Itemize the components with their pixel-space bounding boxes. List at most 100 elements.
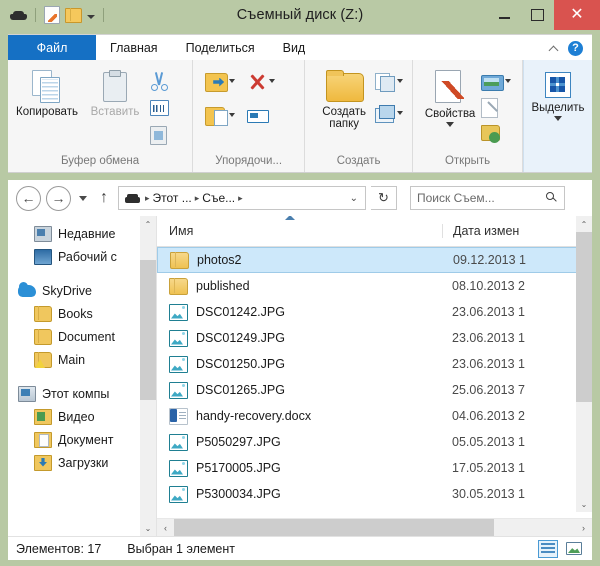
search-icon[interactable] [546,192,558,204]
scroll-up-icon[interactable]: ⌃ [140,216,156,232]
nav-pane-scrollbar[interactable]: ⌃ ⌄ [140,216,156,536]
this-pc-icon [18,385,36,402]
details-view-button[interactable] [538,539,558,558]
close-button[interactable]: ✕ [554,0,600,30]
sidebar-item-skydrive[interactable]: SkyDrive [8,279,156,302]
copy-icon [32,70,62,103]
sidebar-item-downloads[interactable]: Загрузки [8,451,156,474]
sidebar-item-desktop[interactable]: Рабочий с [8,245,156,268]
copy-button[interactable]: Копировать [14,66,80,118]
table-row[interactable]: published 08.10.2013 2 [157,273,592,299]
scroll-up-icon[interactable]: ⌃ [576,216,592,232]
refresh-button[interactable]: ↻ [371,186,397,210]
sidebar-item-recent[interactable]: Недавние [8,222,156,245]
copy-path-button[interactable] [150,97,169,119]
table-row[interactable]: P5170005.JPG 17.05.2013 1 [157,455,592,481]
selection-label: Выбран 1 элемент [127,541,236,556]
search-input[interactable]: Поиск Съем... [410,186,565,210]
maximize-button[interactable] [521,0,554,30]
chevron-down-icon[interactable] [229,79,236,83]
new-folder-button[interactable]: Создать папку [315,66,373,130]
scrollbar-thumb[interactable] [576,232,592,402]
jpg-file-icon [169,381,188,399]
breadcrumb[interactable]: ▸ Этот ... ▸ Съе... ▸ ⌄ [118,186,366,210]
tab-home[interactable]: Главная [96,35,172,61]
sidebar-item-documents-lib[interactable]: Документ [8,428,156,451]
table-row[interactable]: handy-recovery.docx 04.06.2013 2 [157,403,592,429]
forward-button[interactable]: → [46,185,71,211]
edit-button[interactable] [481,96,511,118]
paste-shortcut-icon [150,125,167,145]
table-row[interactable]: photos2 09.12.2013 1 [157,247,592,273]
sidebar-item-documents[interactable]: Document [8,325,156,348]
scroll-down-icon[interactable]: ⌄ [576,496,592,512]
file-list-vertical-scrollbar[interactable]: ⌃ ⌄ [576,216,592,512]
copy-to-button[interactable] [205,104,236,126]
chevron-down-icon[interactable] [397,79,404,83]
easy-access-button[interactable] [375,102,404,124]
move-to-button[interactable] [205,70,236,92]
paste-shortcut-button[interactable] [150,124,169,146]
tab-file[interactable]: Файл [8,35,96,61]
tab-view[interactable]: Вид [269,35,320,61]
collapse-ribbon-icon[interactable] [550,44,559,53]
chevron-down-icon[interactable]: ⌄ [350,193,361,204]
scroll-right-icon[interactable]: › [575,519,592,536]
select-button[interactable]: Выделить [530,68,586,121]
sidebar-item-books[interactable]: Books [8,302,156,325]
sidebar-item-video[interactable]: Видео [8,405,156,428]
back-button[interactable]: ← [16,185,41,211]
properties-button[interactable]: Свойства [421,66,479,127]
file-name-cell: DSC01265.JPG [157,381,442,399]
breadcrumb-item-removable-disk[interactable]: Съе... [202,191,235,205]
tab-share[interactable]: Поделиться [172,35,269,61]
scrollbar-thumb[interactable] [174,519,494,536]
view-buttons [538,539,584,558]
search-placeholder: Поиск Съем... [417,191,495,205]
table-row[interactable]: DSC01242.JPG 23.06.2013 1 [157,299,592,325]
chevron-down-icon[interactable] [397,111,404,115]
chevron-down-icon[interactable] [446,122,455,127]
table-row[interactable]: DSC01250.JPG 23.06.2013 1 [157,351,592,377]
desktop-icon [34,248,52,265]
help-icon[interactable]: ? [568,40,583,56]
table-row[interactable]: DSC01249.JPG 23.06.2013 1 [157,325,592,351]
chevron-down-icon[interactable] [269,79,276,83]
file-name: DSC01249.JPG [196,331,285,345]
delete-button[interactable] [247,70,276,92]
file-list-horizontal-scrollbar[interactable]: ‹ › [157,518,592,536]
delete-icon [247,72,267,91]
sidebar-item-this-pc[interactable]: Этот компы [8,382,156,405]
paste-button[interactable]: Вставить [82,66,148,118]
minimize-button[interactable] [488,0,521,30]
open-button[interactable] [481,70,512,92]
file-name: P5300034.JPG [196,487,281,501]
breadcrumb-item-this-pc[interactable]: Этот ... [153,191,192,205]
sidebar-item-label: Документ [58,432,114,447]
sidebar-item-main[interactable]: Main [8,348,156,371]
table-row[interactable]: P5050297.JPG 05.05.2013 1 [157,429,592,455]
scroll-down-icon[interactable]: ⌄ [140,520,156,536]
table-row[interactable]: DSC01265.JPG 25.06.2013 7 [157,377,592,403]
scrollbar-thumb[interactable] [140,260,156,400]
cut-button[interactable] [150,70,169,92]
ribbon-group-organize: Упорядочи... [193,60,306,172]
address-bar: ← → ↑ ▸ Этот ... ▸ Съе... ▸ ⌄ ↻ Поиск Съ… [8,180,592,216]
table-row[interactable]: P5300034.JPG 30.05.2013 1 [157,481,592,507]
scroll-left-icon[interactable]: ‹ [157,519,174,536]
recent-locations-icon[interactable] [79,195,87,201]
column-header-name[interactable]: Имя [157,216,442,238]
column-header-date[interactable]: Дата измен [442,224,592,238]
chevron-down-icon[interactable] [229,113,236,117]
ribbon-group-new: Создать папку Создать [305,60,414,172]
file-name-cell: P5300034.JPG [157,485,442,503]
up-button[interactable]: ↑ [95,189,113,207]
chevron-down-icon[interactable] [554,116,563,121]
rename-button[interactable] [247,104,275,126]
chevron-down-icon[interactable] [505,79,512,83]
new-item-button[interactable] [375,70,404,92]
large-icons-view-button[interactable] [564,540,584,558]
history-button[interactable] [481,122,511,144]
copy-to-icon [205,106,229,126]
